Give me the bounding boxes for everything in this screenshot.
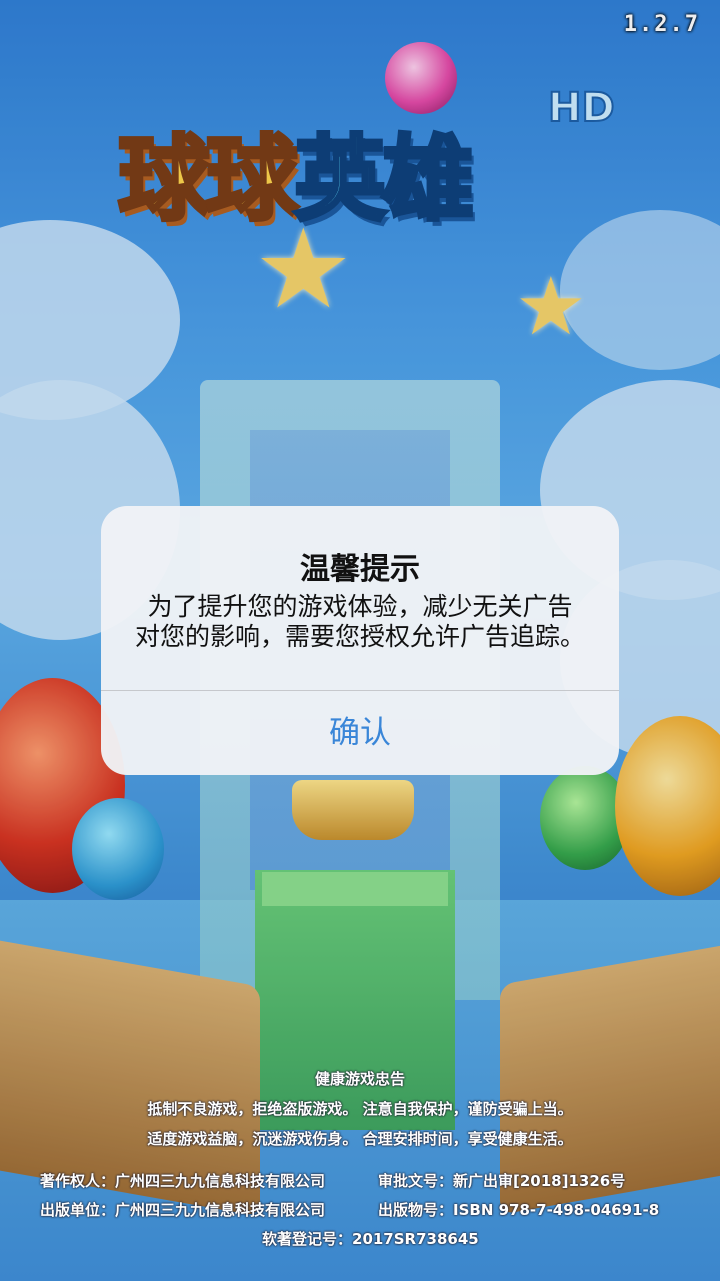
alert-message-line2: 对您的影响，需要您授权允许广告追踪。 — [134, 622, 585, 651]
alert-title: 温馨提示 — [300, 552, 420, 587]
software-registration: 软著登记号：2017SR738645 — [262, 1230, 479, 1248]
approval-number: 审批文号：新广出审[2018]1326号 — [378, 1172, 626, 1190]
health-notice-title: 健康游戏忠告 — [314, 1070, 405, 1088]
health-notice-line2: 适度游戏益脑，沉迷游戏伤身。 合理安排时间，享受健康生活。 — [147, 1130, 573, 1148]
alert-dialog: 温馨提示 为了提升您的游戏体验，减少无关广告 对您的影响，需要您授权允许广告追踪… — [101, 506, 619, 775]
copyright-owner: 著作权人：广州四三九九信息科技有限公司 — [40, 1172, 326, 1190]
confirm-button[interactable]: 确认 — [101, 691, 619, 775]
isbn-number: 出版物号：ISBN 978-7-498-04691-8 — [378, 1201, 660, 1219]
alert-message-line1: 为了提升您的游戏体验，减少无关广告 — [147, 592, 573, 621]
health-notice-line1: 抵制不良游戏，拒绝盗版游戏。 注意自我保护，谨防受骗上当。 — [147, 1100, 573, 1118]
alert-message: 为了提升您的游戏体验，减少无关广告 对您的影响，需要您授权允许广告追踪。 — [121, 592, 599, 652]
publisher: 出版单位：广州四三九九信息科技有限公司 — [40, 1201, 326, 1219]
